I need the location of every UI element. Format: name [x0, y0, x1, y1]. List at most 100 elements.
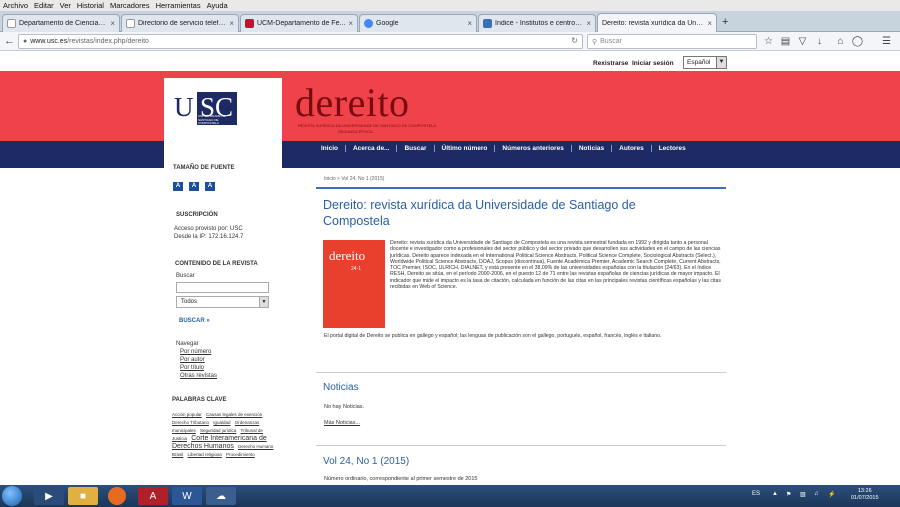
nav-autores[interactable]: Autores: [612, 145, 652, 152]
search-icon: ⚲: [592, 38, 598, 46]
url-bar[interactable]: ● www.usc.es /revistas/index.php/dereito…: [18, 34, 583, 49]
search-scope-select[interactable]: Todos ▼: [176, 296, 269, 308]
search-label: Buscar: [176, 273, 195, 279]
keyword-link[interactable]: Libertad religiosa: [188, 452, 222, 457]
nav-inicio[interactable]: Inicio: [314, 145, 346, 152]
browse-by-author[interactable]: Por autor: [180, 357, 205, 363]
browse-label: Navegar: [176, 341, 199, 347]
browser-tab[interactable]: Índice - Institutos e centros... ×: [478, 14, 596, 32]
font-small-button[interactable]: A: [173, 182, 183, 191]
login-link[interactable]: Iniciar sesión: [632, 60, 674, 67]
tab-strip: Departamento de Ciencias ... × Directori…: [0, 11, 900, 33]
subscription-heading: SUSCRIPCIÓN: [176, 212, 218, 218]
more-news-link[interactable]: Más Noticias...: [324, 420, 360, 426]
nav-ultimo-numero[interactable]: Último número: [435, 145, 496, 152]
page-title: Dereito: revista xurídica da Universidad…: [323, 198, 636, 228]
url-host: www.usc.es: [30, 38, 68, 45]
keyword-link[interactable]: Causas legales de exención: [206, 412, 262, 417]
home-icon[interactable]: ⌂: [834, 35, 847, 48]
close-icon[interactable]: ×: [348, 19, 353, 28]
language-indicator[interactable]: ES: [752, 491, 760, 497]
search-input[interactable]: ⚲ Buscar: [587, 34, 757, 49]
news-empty-text: No hay Noticias.: [324, 404, 365, 410]
register-link[interactable]: Rexistrarse: [593, 60, 628, 67]
close-icon[interactable]: ×: [110, 19, 115, 28]
journal-description: Dereito: revista xurídica da Universidad…: [390, 240, 722, 291]
access-icon[interactable]: A: [138, 487, 168, 505]
sidebar-search-input[interactable]: [176, 282, 269, 293]
font-large-button[interactable]: A: [205, 182, 215, 191]
close-icon[interactable]: ×: [229, 19, 234, 28]
subscription-ip: Desde la IP: 172.16.124.7: [174, 234, 244, 240]
keyword-link[interactable]: Procedimiento: [226, 452, 255, 457]
menu-archivo[interactable]: Archivo: [3, 1, 28, 10]
menu-ver[interactable]: Ver: [60, 1, 71, 10]
nav-acerca[interactable]: Acerca de...: [346, 145, 398, 152]
pocket-icon[interactable]: ▽: [796, 35, 809, 48]
nav-numeros-anteriores[interactable]: Números anteriores: [495, 145, 572, 152]
system-clock[interactable]: 13:26 01/07/2015: [851, 488, 879, 502]
keyword-link[interactable]: Igualdad: [213, 420, 230, 425]
nav-buscar[interactable]: Buscar: [397, 145, 435, 152]
keyword-link[interactable]: Seguridad jurídica: [200, 428, 236, 433]
download-icon[interactable]: ↓: [813, 35, 826, 48]
shield-icon[interactable]: ◯: [851, 35, 864, 48]
reading-list-icon[interactable]: ▤: [779, 35, 792, 48]
word-icon[interactable]: W: [172, 487, 202, 505]
new-tab-button[interactable]: +: [722, 16, 728, 28]
browser-tab[interactable]: Departamento de Ciencias ... ×: [2, 14, 120, 32]
folder-icon[interactable]: ■: [68, 487, 98, 505]
nav-lectores[interactable]: Lectores: [652, 145, 693, 152]
keyword-cloud: Acción popular Causas legales de exenció…: [172, 410, 277, 458]
keyword-link[interactable]: Acción popular: [172, 412, 202, 417]
nav-noticias[interactable]: Noticias: [572, 145, 613, 152]
keyword-link[interactable]: Brasil: [172, 452, 183, 457]
menu-editar[interactable]: Editar: [34, 1, 54, 10]
font-medium-button[interactable]: A: [189, 182, 199, 191]
close-icon[interactable]: ×: [467, 19, 472, 28]
issue-heading[interactable]: Vol 24, No 1 (2015): [323, 456, 409, 467]
keyword-link[interactable]: Derecho Tributario: [172, 420, 209, 425]
browse-other-journals[interactable]: Otras revistas: [180, 373, 217, 379]
menu-ayuda[interactable]: Ayuda: [207, 1, 228, 10]
browser-tab[interactable]: Directorio de servicio telefónico... ×: [121, 14, 239, 32]
media-player-icon[interactable]: ▶: [34, 487, 64, 505]
keyword-link[interactable]: Derecho Humano: [238, 444, 273, 449]
header-red-band: [0, 71, 900, 141]
back-arrow-icon[interactable]: ←: [3, 35, 16, 48]
chevron-up-icon[interactable]: ▲: [772, 491, 778, 497]
flag-icon[interactable]: ⚑: [786, 491, 791, 498]
language-select[interactable]: Español ▼: [683, 56, 727, 69]
browser-tab[interactable]: Google ×: [359, 14, 477, 32]
firefox-icon[interactable]: [108, 487, 126, 505]
journal-logo-subtitle: REVISTA XURÍDICA DA UNIVERSIDADE DE SANT…: [298, 123, 437, 128]
browse-by-title[interactable]: Por título: [180, 365, 204, 371]
keywords-heading: PALABRAS CLAVE: [172, 397, 227, 403]
usc-logo[interactable]: U SC UNIVERSIDADE DE SANTIAGO DE COMPOST…: [164, 78, 282, 142]
menu-historial[interactable]: Historial: [77, 1, 104, 10]
search-button[interactable]: BUSCAR »: [179, 318, 210, 324]
breadcrumb[interactable]: Inicio > Vol 24, No 1 (2015): [324, 176, 384, 182]
section-divider: [316, 372, 726, 373]
speaker-icon[interactable]: ♫: [814, 491, 819, 497]
browse-by-issue[interactable]: Por número: [180, 349, 211, 355]
cloud-icon[interactable]: ☁: [206, 487, 236, 505]
menu-icon[interactable]: ☰: [880, 35, 893, 48]
close-icon[interactable]: ×: [707, 19, 712, 28]
menu-herramientas[interactable]: Herramientas: [156, 1, 201, 10]
news-heading: Noticias: [323, 382, 359, 393]
star-icon[interactable]: ☆: [762, 35, 775, 48]
journal-logo[interactable]: dereito: [295, 79, 410, 126]
menu-marcadores[interactable]: Marcadores: [110, 1, 150, 10]
cover-title: dereito: [329, 248, 366, 263]
network-icon[interactable]: ▧: [800, 491, 806, 498]
reload-icon[interactable]: ↻: [571, 36, 578, 45]
windows-start-icon[interactable]: [2, 486, 22, 506]
journal-languages: El portal digital de Dereito se publica …: [324, 333, 662, 339]
issue-description: Número ordinario, correspondiente al pri…: [324, 476, 478, 482]
close-icon[interactable]: ×: [586, 19, 591, 28]
browser-tab[interactable]: UCM-Departamento de Fe... ×: [240, 14, 358, 32]
usc-logo-u: U: [174, 92, 193, 122]
browser-tab-active[interactable]: Dereito: revista xurídica da Univ... ×: [597, 13, 717, 33]
power-icon[interactable]: ⚡: [828, 491, 835, 498]
